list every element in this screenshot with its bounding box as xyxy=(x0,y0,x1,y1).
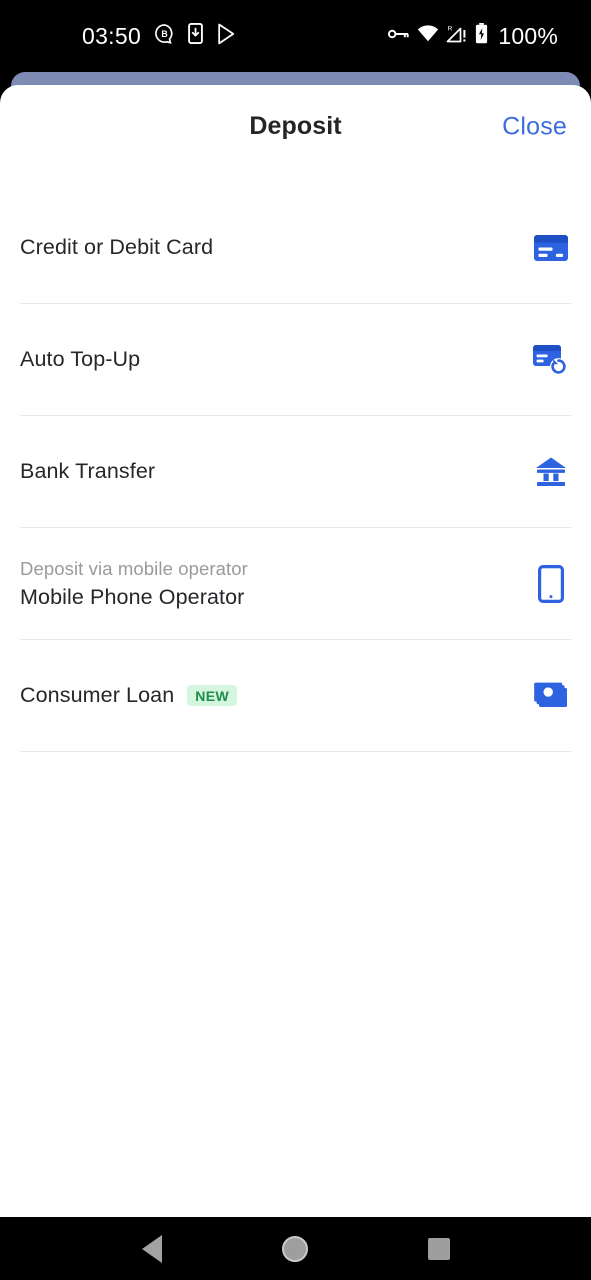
option-text: Consumer Loan NEW xyxy=(20,683,238,708)
list-item-mobile-phone-operator[interactable]: Deposit via mobile operator Mobile Phone… xyxy=(20,528,571,640)
svg-text:R: R xyxy=(448,26,453,33)
status-clock: 03:50 xyxy=(82,22,142,49)
status-bar-right: R 100% xyxy=(387,23,558,50)
list-item-label: Bank Transfer xyxy=(20,459,156,483)
messaging-bubble-b-icon: B xyxy=(154,23,175,49)
option-title-line: Consumer Loan NEW xyxy=(20,683,238,708)
option-title-line: Credit or Debit Card xyxy=(20,235,213,260)
cellular-roaming-signal-icon: R xyxy=(446,24,468,48)
phone-download-icon xyxy=(188,22,203,49)
status-bar-left: 03:50 B xyxy=(82,23,237,50)
wifi-icon xyxy=(417,25,439,47)
android-navigation-bar xyxy=(0,1217,591,1280)
list-item-auto-top-up[interactable]: Auto Top-Up xyxy=(20,304,571,416)
smartphone-icon xyxy=(531,564,571,604)
phone-screen: 03:50 B R 100% Deposit Close Credit or D… xyxy=(0,0,591,1280)
deposit-methods-list: Credit or Debit Card Auto Top-Up Bank Tr… xyxy=(0,192,591,752)
svg-text:B: B xyxy=(161,29,167,39)
list-item-bank-transfer[interactable]: Bank Transfer xyxy=(20,416,571,528)
list-item-consumer-loan[interactable]: Consumer Loan NEW xyxy=(20,640,571,752)
deposit-bottom-sheet: Deposit Close Credit or Debit Card Auto … xyxy=(0,85,591,1217)
nav-home-button[interactable] xyxy=(272,1226,318,1272)
home-circle-icon xyxy=(282,1235,309,1262)
option-text: Credit or Debit Card xyxy=(20,235,213,260)
battery-charging-icon xyxy=(475,23,488,49)
list-item-label: Credit or Debit Card xyxy=(20,235,214,259)
bank-building-icon xyxy=(531,452,571,492)
option-title-line: Mobile Phone Operator xyxy=(20,585,248,610)
option-title-line: Bank Transfer xyxy=(20,459,155,484)
list-item-label: Auto Top-Up xyxy=(20,347,141,371)
banknote-stack-icon xyxy=(531,676,571,716)
option-text: Bank Transfer xyxy=(20,459,155,484)
option-title-line: Auto Top-Up xyxy=(20,347,140,372)
credit-card-icon xyxy=(531,228,571,268)
back-triangle-icon xyxy=(141,1234,162,1263)
option-text: Deposit via mobile operator Mobile Phone… xyxy=(20,558,248,610)
list-item-label: Mobile Phone Operator xyxy=(20,584,245,609)
battery-percent-label: 100% xyxy=(498,22,558,49)
nav-recents-button[interactable] xyxy=(416,1226,462,1272)
recents-square-icon xyxy=(428,1237,451,1260)
close-button[interactable]: Close xyxy=(498,106,571,147)
sheet-header: Deposit Close xyxy=(0,85,591,168)
list-item-subtitle: Deposit via mobile operator xyxy=(20,557,248,579)
list-item-label: Consumer Loan xyxy=(20,683,175,707)
list-item-credit-or-debit-card[interactable]: Credit or Debit Card xyxy=(20,192,571,304)
vpn-key-icon xyxy=(387,27,410,46)
play-store-icon xyxy=(216,23,237,50)
status-bar: 03:50 B R 100% xyxy=(0,0,591,72)
page-title: Deposit xyxy=(249,112,342,140)
nav-back-button[interactable] xyxy=(129,1226,175,1272)
option-text: Auto Top-Up xyxy=(20,347,140,372)
credit-card-refresh-icon xyxy=(531,340,571,380)
status-badge: NEW xyxy=(187,685,238,706)
